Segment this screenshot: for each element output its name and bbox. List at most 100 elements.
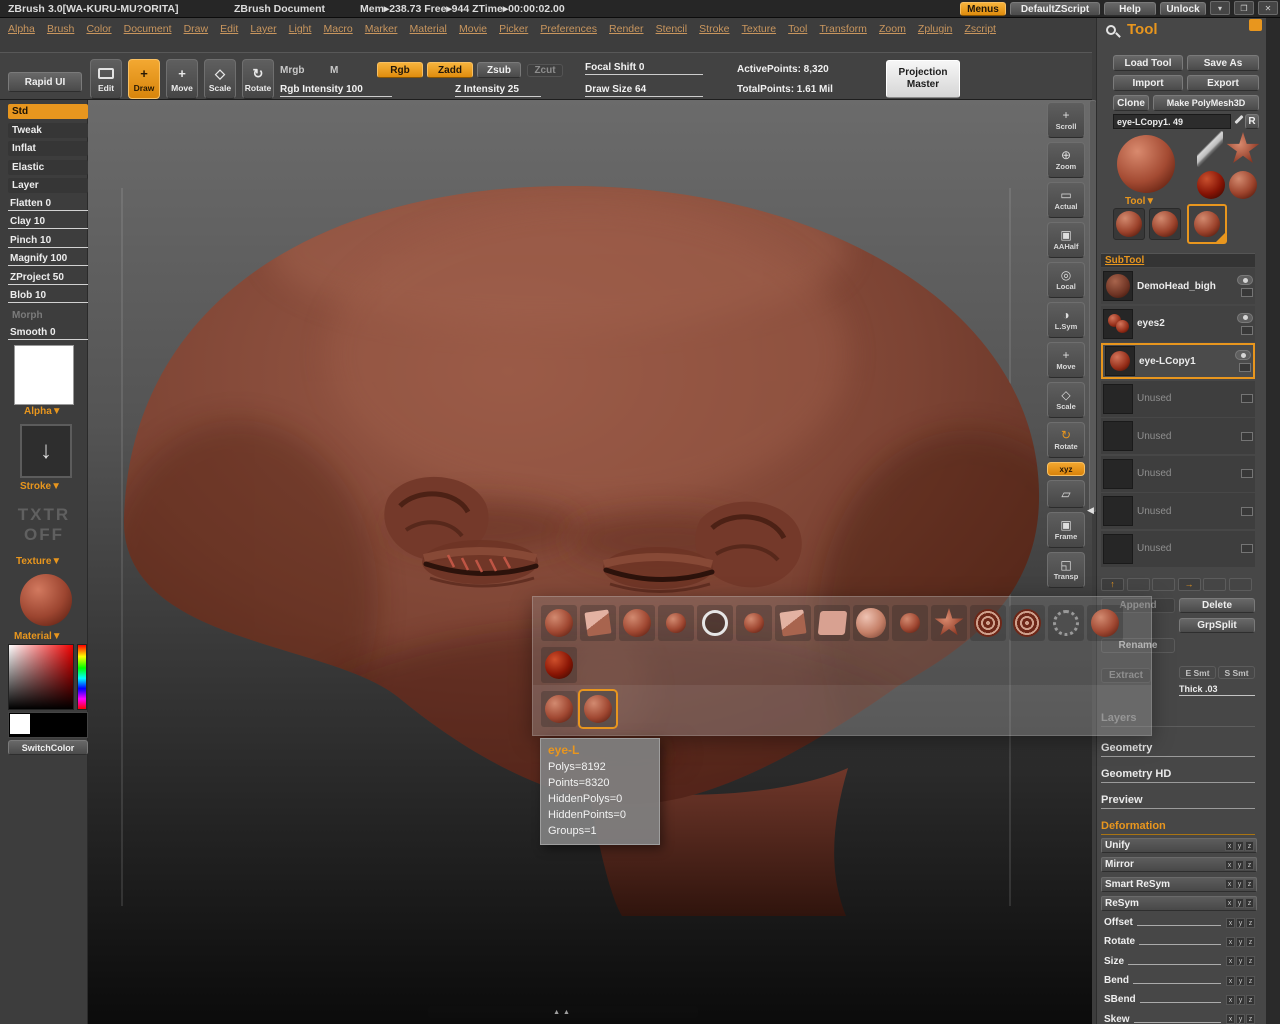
brush-pinch[interactable]: Pinch 10 [8,234,88,248]
projection-master-button[interactable]: Projection Master [886,60,960,98]
brush-blob[interactable]: Blob 10 [8,289,88,303]
material-thumbnail[interactable] [20,574,72,626]
menu-item-render[interactable]: Render [609,23,643,35]
tool-thumb-sphere[interactable] [1087,605,1123,641]
canvas-scroll-marker[interactable]: ▲▲ [428,1006,698,1018]
shelf-xyz-button[interactable]: xyz [1047,462,1085,476]
brush-magnify[interactable]: Magnify 100 [8,252,88,266]
menu-item-document[interactable]: Document [124,23,172,35]
deform-smart-resym[interactable]: Smart ReSymxyz [1101,877,1257,892]
delete-button[interactable]: Delete [1179,598,1255,613]
z-intensity-slider[interactable]: Z Intensity 25 [455,84,541,97]
tool-thumb-plane[interactable] [814,605,850,641]
document-canvas[interactable]: ▲▲ [88,100,1092,1024]
tool-thumb-sphere[interactable] [541,605,577,641]
window-button-2[interactable]: ❐ [1234,1,1254,15]
subtool-mini-box[interactable] [1241,507,1253,516]
subtool-up-button[interactable]: ↑ [1101,578,1124,591]
zadd-button[interactable]: Zadd [427,62,473,78]
menu-item-texture[interactable]: Texture [742,23,776,35]
menu-item-zscript[interactable]: Zscript [964,23,996,35]
deform-unify[interactable]: Unifyxyz [1101,838,1257,853]
shelf-lsym-button[interactable]: ◑L.Sym [1047,302,1085,338]
menu-item-color[interactable]: Color [86,23,111,35]
axis-toggle-y[interactable]: y [1236,995,1245,1005]
shelf-scale-button[interactable]: ◇Scale [1047,382,1085,418]
axis-toggle-x[interactable]: x [1226,976,1235,986]
shelf-actual-button[interactable]: ▭Actual [1047,182,1085,218]
axis-toggle-z[interactable]: z [1246,937,1255,947]
recent-tool-2[interactable] [1149,208,1181,240]
axis-toggle-z[interactable]: z [1246,976,1255,986]
subtool-mini-box[interactable] [1241,288,1253,297]
menu-item-zplugin[interactable]: Zplugin [918,23,952,35]
shelf-local-button[interactable]: ◎Local [1047,262,1085,298]
brush-morph[interactable]: Morph [8,308,88,323]
deform-offset[interactable]: Offsetxyz [1101,915,1257,930]
zsub-button[interactable]: Zsub [477,62,521,78]
rotate-button[interactable]: Rotate [242,59,274,99]
menu-item-edit[interactable]: Edit [220,23,238,35]
tool-thumb-sphere[interactable] [619,605,655,641]
tool-thumb-spiral[interactable] [1009,605,1045,641]
texture-selector[interactable]: Texture▼ [16,556,61,567]
alpha-selector[interactable]: Alpha▼ [24,406,62,417]
visibility-eye-icon[interactable] [1237,275,1253,285]
shelf-transp-button[interactable]: ◱Transp [1047,552,1085,588]
stroke-thumbnail[interactable]: ↓ [20,424,72,478]
shelf-icon-button[interactable]: ▱ [1047,480,1085,508]
thick-slider[interactable]: Thick .03 [1179,684,1255,696]
active-tool-thumbnail[interactable] [1117,135,1175,193]
deform-bend[interactable]: Bendxyz [1101,973,1257,988]
axis-toggle-z[interactable]: z [1246,1014,1255,1024]
subtool-spacer-4[interactable] [1229,578,1252,591]
axis-toggle-z[interactable]: z [1246,918,1255,928]
axis-toggle-x[interactable]: x [1225,841,1234,851]
subtool-item[interactable]: eye-LCopy1 [1101,343,1255,379]
menu-item-transform[interactable]: Transform [819,23,866,35]
default-zscript-button[interactable]: DefaultZScript [1010,2,1100,16]
scale-button[interactable]: Scale [204,59,236,99]
subtool-mini-box[interactable] [1241,326,1253,335]
axis-toggle-z[interactable]: z [1245,860,1254,870]
axis-toggle-z[interactable]: z [1246,956,1255,966]
subtool-mini-box[interactable] [1239,363,1251,372]
brush-tool-thumbnail[interactable] [1197,131,1223,167]
panel-divider-arrow[interactable]: ◀ [1087,505,1094,516]
load-tool-button[interactable]: Load Tool [1113,55,1183,71]
menu-item-draw[interactable]: Draw [184,23,209,35]
axis-toggle-x[interactable]: x [1225,860,1234,870]
menu-item-light[interactable]: Light [289,23,312,35]
draw-size-slider[interactable]: Draw Size 64 [585,84,703,97]
menu-item-zoom[interactable]: Zoom [879,23,906,35]
import-button[interactable]: Import [1113,75,1183,91]
tool-thumb-sphere-small[interactable] [658,605,694,641]
menu-item-picker[interactable]: Picker [499,23,528,35]
subtool-mini-box[interactable] [1241,394,1253,403]
restore-config-button[interactable]: R [1245,114,1259,129]
sphere-tool-thumbnail[interactable] [1229,171,1257,199]
axis-toggle-y[interactable]: y [1236,918,1245,928]
axis-toggle-z[interactable]: z [1245,879,1254,889]
subtool-item[interactable]: Unused [1101,531,1255,567]
rename-pen-icon[interactable] [1234,118,1244,121]
subtool-item[interactable]: DemoHead_bigh [1101,268,1255,304]
subtool-item[interactable]: eyes2 [1101,306,1255,342]
rgb-intensity-slider[interactable]: Rgb Intensity 100 [280,84,392,97]
deform-sbend[interactable]: SBendxyz [1101,992,1257,1007]
menu-item-tool[interactable]: Tool [788,23,807,35]
axis-toggle-x[interactable]: x [1226,918,1235,928]
grpsplit-button[interactable]: GrpSplit [1179,618,1255,633]
axis-toggle-z[interactable]: z [1245,898,1254,908]
switch-color-button[interactable]: SwitchColor [8,740,88,755]
recent-tool-1[interactable] [1113,208,1145,240]
tool-thumb-sphere-small[interactable] [736,605,772,641]
zcut-button[interactable]: Zcut [527,64,563,77]
menu-item-macro[interactable]: Macro [324,23,353,35]
palette-dock-button[interactable] [1249,19,1262,31]
rgb-button[interactable]: Rgb [377,62,423,78]
star-tool-thumbnail[interactable] [1226,132,1260,166]
subtool-mini-box[interactable] [1241,544,1253,553]
deform-size[interactable]: Sizexyz [1101,954,1257,969]
recent-tool-selected[interactable] [1187,204,1227,244]
